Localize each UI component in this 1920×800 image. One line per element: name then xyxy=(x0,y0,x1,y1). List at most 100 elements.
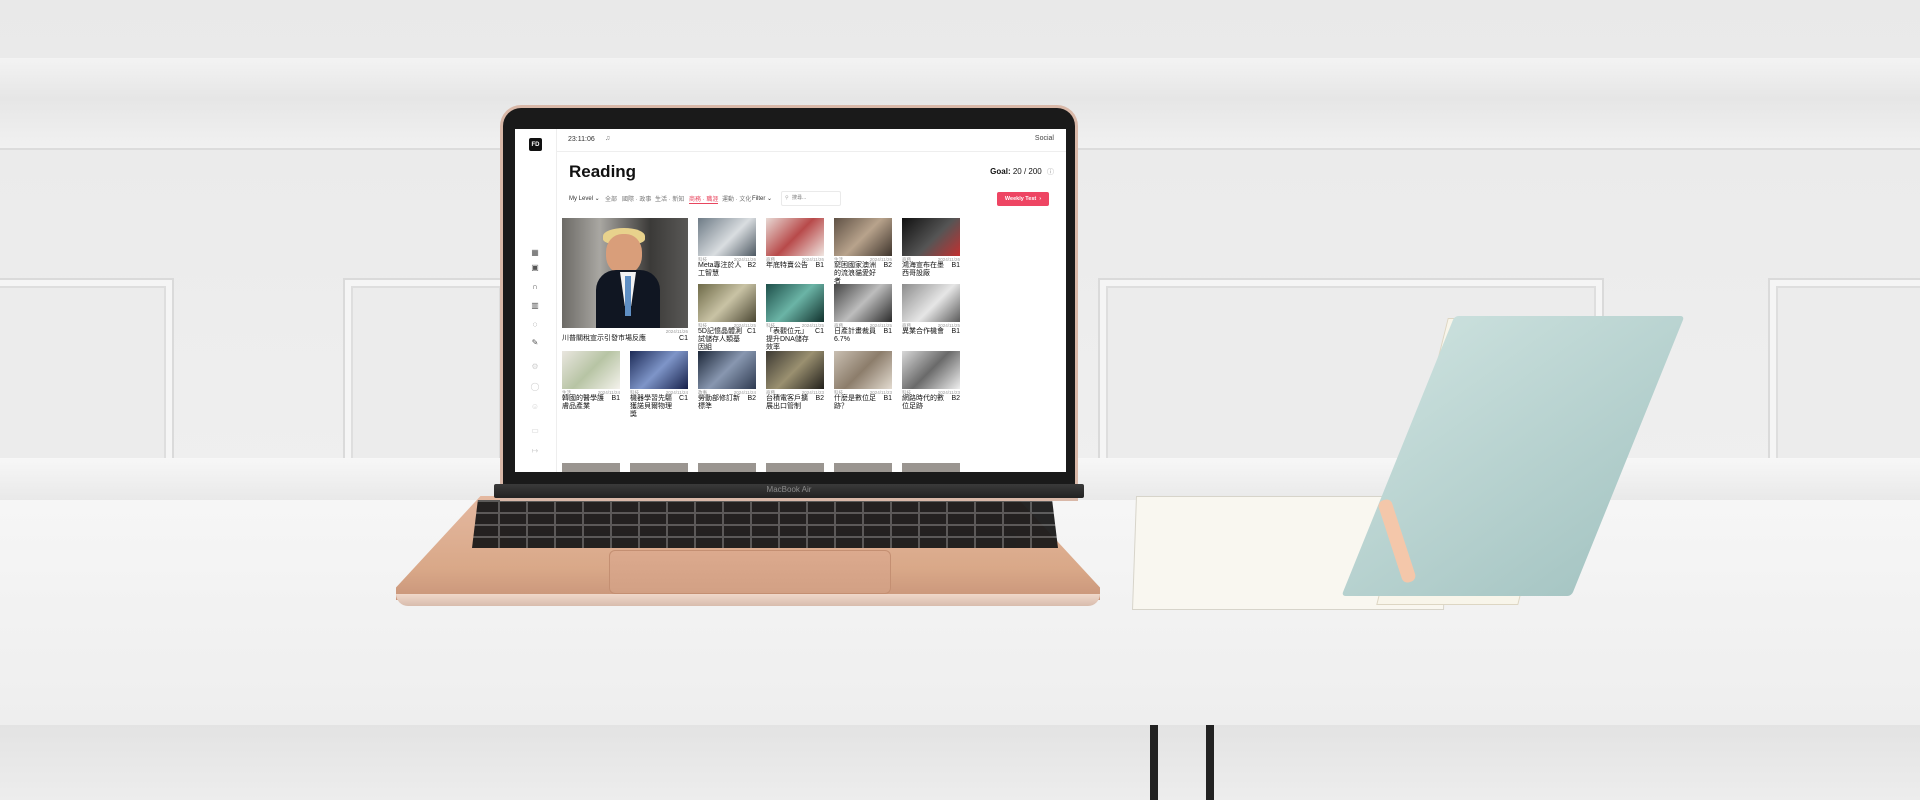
article-level: B2 xyxy=(951,395,960,402)
photo-tie xyxy=(625,276,631,316)
laptop-keyboard xyxy=(472,500,1058,548)
info-icon[interactable]: ⓘ xyxy=(1047,169,1054,176)
article-card[interactable]: 科技 2024/11/25 「表觀位元」提升DNA儲存效率 C1 xyxy=(766,284,824,351)
article-image xyxy=(902,218,960,256)
weekly-test-button[interactable]: Weekly Test › xyxy=(997,192,1049,206)
article-image[interactable] xyxy=(834,463,892,472)
article-card[interactable]: 科技 2024/11/23 什麼是數位足跡？ B1 xyxy=(834,351,892,415)
filter-dropdown[interactable]: Filter ⌄ xyxy=(752,195,772,202)
settings-icon[interactable]: ⚙ xyxy=(530,361,540,371)
article-card[interactable]: 商務 2024/11/25 異業合作機會 B1 xyxy=(902,284,960,348)
sidebar: FD ▦ ▣ ∩ ▥ ◌ ✎ ⚙ ◯ ☺ ▭ ↦ xyxy=(515,129,557,472)
article-title-text: 日產計畫裁員6.7% xyxy=(834,328,876,343)
social-link[interactable]: Social xyxy=(1035,135,1054,142)
laptop-base-edge xyxy=(396,594,1100,606)
bell-icon[interactable]: ♫ xyxy=(605,135,610,142)
article-title-text: 韓國的醫學護膚品產業 xyxy=(562,395,604,410)
article-level: C1 xyxy=(747,328,756,335)
drawer-gap xyxy=(1206,725,1214,800)
chat-icon[interactable]: ◌ xyxy=(530,319,540,329)
article-title-text: 5D記憶晶體測試儲存人類基因組 xyxy=(698,328,742,351)
wall-panel xyxy=(0,280,172,477)
article-level: B1 xyxy=(815,262,824,269)
article-title-text: 年底特賣公告 xyxy=(766,262,808,269)
featured-article-date: 2024/11/26 xyxy=(665,329,688,334)
article-card[interactable]: 科技 2024/11/24 機器學習先驅獲諾貝爾物理獎 C1 xyxy=(630,351,688,418)
article-image[interactable] xyxy=(630,463,688,472)
article-level: B2 xyxy=(815,395,824,402)
reader-icon[interactable]: ▥ xyxy=(530,300,540,310)
wall-panel xyxy=(1770,280,1920,477)
article-image xyxy=(562,351,620,389)
article-card[interactable]: 科技 2024/11/25 5D記憶晶體測試儲存人類基因組 C1 xyxy=(698,284,756,351)
tab-lifestyle[interactable]: 生活 · 新知 xyxy=(655,194,684,203)
article-level: B1 xyxy=(951,262,960,269)
article-image[interactable] xyxy=(698,463,756,472)
featured-article-image xyxy=(562,218,688,328)
book-icon[interactable]: ▣ xyxy=(530,262,540,272)
headphones-icon[interactable]: ∩ xyxy=(530,281,540,291)
article-image xyxy=(698,284,756,322)
laptop-hinge: MacBook Air xyxy=(494,484,1084,498)
wall-panel xyxy=(345,280,507,477)
search-input[interactable] xyxy=(792,194,836,202)
tab-international[interactable]: 國際 · 政事 xyxy=(622,194,651,203)
article-title-text: 異業合作機會 xyxy=(902,328,944,335)
photo-face xyxy=(606,234,642,274)
article-image xyxy=(902,284,960,322)
article-card[interactable]: 商務 2024/11/25 日產計畫裁員6.7% B1 xyxy=(834,284,892,348)
article-title: 台積電客戶擴展出口管制 B2 xyxy=(766,395,824,411)
article-image[interactable] xyxy=(766,463,824,472)
article-title: 機器學習先驅獲諾貝爾物理獎 C1 xyxy=(630,395,688,419)
chevron-right-icon: › xyxy=(1039,196,1042,202)
article-card[interactable]: 科技 2024/11/26 Meta專注於人工智慧 B2 xyxy=(698,218,756,282)
article-title-text: 機器學習先驅獲諾貝爾物理獎 xyxy=(630,395,672,418)
tab-sports-culture[interactable]: 運動 · 文化 xyxy=(722,194,751,203)
profile-icon[interactable]: ☺ xyxy=(530,401,540,411)
article-title: 年底特賣公告 B1 xyxy=(766,262,824,270)
filter-dropdown-label: Filter xyxy=(752,196,766,202)
tab-business[interactable]: 商務 · 職涯 xyxy=(689,194,719,204)
article-image xyxy=(698,351,756,389)
article-title: 鴻海宣布在墨西哥設廠 B1 xyxy=(902,262,960,278)
level-dropdown[interactable]: My Level ⌄ xyxy=(569,195,600,202)
article-title-text: 鴻海宣布在墨西哥設廠 xyxy=(902,262,944,277)
logout-icon[interactable]: ↦ xyxy=(530,445,540,455)
weekly-test-label: Weekly Test xyxy=(1004,196,1037,202)
article-title: 什麼是數位足跡？ B1 xyxy=(834,395,892,411)
article-title: 「表觀位元」提升DNA儲存效率 C1 xyxy=(766,328,824,352)
pencil-icon[interactable]: ✎ xyxy=(530,337,540,347)
bookmark-icon[interactable]: ▭ xyxy=(530,425,540,435)
level-dropdown-label: My Level xyxy=(569,196,594,202)
search-box[interactable]: ⚲ xyxy=(781,191,841,206)
article-title: 日產計畫裁員6.7% B1 xyxy=(834,328,892,344)
article-image xyxy=(834,218,892,256)
article-image xyxy=(834,351,892,389)
help-icon[interactable]: ◯ xyxy=(530,381,540,391)
article-card[interactable]: 政事 2024/11/24 勞動部修訂新標準 B2 xyxy=(698,351,756,415)
article-card[interactable]: 生活 2024/11/26 窮困國家澳洲的流浪貓愛好者 B2 xyxy=(834,218,892,285)
grid-icon[interactable]: ▦ xyxy=(530,247,540,257)
featured-article-level: C1 xyxy=(679,335,688,342)
app-logo[interactable]: FD xyxy=(529,138,542,151)
article-card[interactable]: 商務 2024/11/23 台積電客戶擴展出口管制 B2 xyxy=(766,351,824,415)
laptop-model-label: MacBook Air xyxy=(766,485,812,494)
article-level: B2 xyxy=(747,395,756,402)
article-image[interactable] xyxy=(902,463,960,472)
article-image xyxy=(630,351,688,389)
article-card[interactable]: 生活 2024/11/24 韓國的醫學護膚品產業 B1 xyxy=(562,351,620,415)
featured-article-title: 川普關稅宣示引發市場反應 C1 xyxy=(562,335,688,343)
article-card[interactable]: 商務 2024/11/26 鴻海宣布在墨西哥設廠 B1 xyxy=(902,218,960,282)
article-title-text: 「表觀位元」提升DNA儲存效率 xyxy=(766,328,809,351)
article-level: B1 xyxy=(611,395,620,402)
article-title-text: 窮困國家澳洲的流浪貓愛好者 xyxy=(834,262,876,285)
article-title: 勞動部修訂新標準 B2 xyxy=(698,395,756,411)
article-title-text: 勞動部修訂新標準 xyxy=(698,395,740,410)
tab-all[interactable]: 全部 xyxy=(605,194,617,203)
article-card[interactable]: 科技 2024/11/23 網路時代的數位足跡 B2 xyxy=(902,351,960,415)
article-image xyxy=(902,351,960,389)
article-card[interactable]: 商務 2024/11/26 年底特賣公告 B1 xyxy=(766,218,824,282)
article-image[interactable] xyxy=(562,463,620,472)
featured-article-card[interactable]: 2024/11/26 川普關稅宣示引發市場反應 C1 xyxy=(562,218,688,343)
app-screen: FD ▦ ▣ ∩ ▥ ◌ ✎ ⚙ ◯ ☺ ▭ ↦ 23:11:06 ♫ Soci… xyxy=(515,129,1066,472)
